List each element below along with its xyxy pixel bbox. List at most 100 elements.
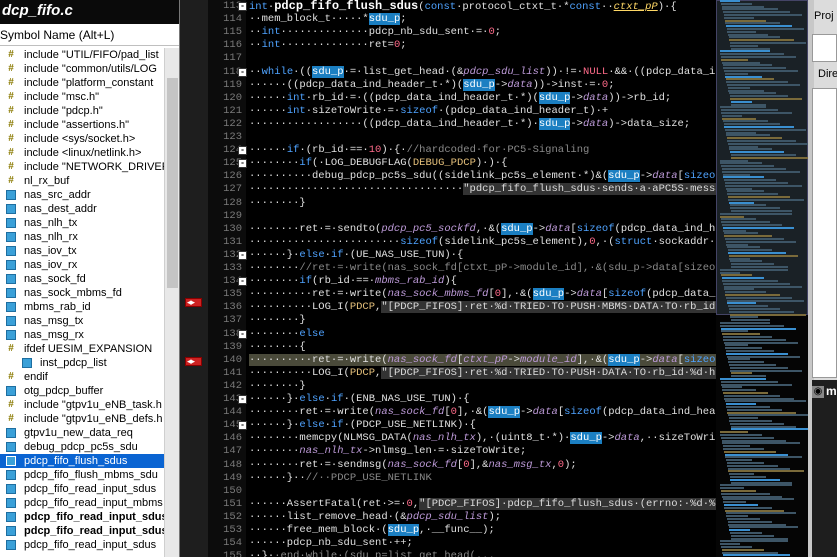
- code-line[interactable]: ······}·else·if·(PDCP_USE_NETLINK)·{: [249, 419, 716, 431]
- symbol-item[interactable]: # ifdef UESIM_EXPANSION: [0, 342, 164, 356]
- symbol-item[interactable]: # include "common/utils/LOG: [0, 62, 164, 76]
- symbol-item[interactable]: pdcp_fifo_read_input_sdus: [0, 538, 164, 552]
- fold-toggle-icon[interactable]: -: [238, 68, 247, 77]
- symbol-item[interactable]: pdcp_fifo_flush_sdus: [0, 454, 164, 468]
- code-line[interactable]: ········ret·=·sendto(pdcp_pc5_sockfd,·&(…: [249, 223, 716, 235]
- code-line[interactable]: ······((pdcp_data_ind_header_t·*)(sdu_p-…: [249, 79, 716, 91]
- line-number: 118: [223, 66, 242, 78]
- context-icon[interactable]: ◉: [812, 386, 824, 398]
- diff-marker[interactable]: ◂▸: [185, 297, 202, 307]
- symbol-item[interactable]: debug_pdcp_pc5s_sdu: [0, 440, 164, 454]
- symbol-item[interactable]: pdcp_fifo_read_input_sdus: [0, 524, 164, 538]
- fold-toggle-icon[interactable]: -: [238, 277, 247, 286]
- symbol-item[interactable]: # include "pdcp.h": [0, 104, 164, 118]
- code-line[interactable]: ··································"pdcp_…: [249, 183, 716, 195]
- symbol-item[interactable]: pdcp_fifo_flush_mbms_sdu: [0, 468, 164, 482]
- symbol-item[interactable]: # nl_rx_buf: [0, 174, 164, 188]
- fold-toggle-icon[interactable]: -: [238, 330, 247, 339]
- fold-toggle-icon[interactable]: -: [238, 251, 247, 260]
- symbol-item[interactable]: nas_nlh_rx: [0, 230, 164, 244]
- code-line[interactable]: ········if(rb_id·==·mbms_rab_id){: [249, 275, 716, 287]
- code-line[interactable]: ··········ret·=·write(nas_sock_fd[ctxt_p…: [249, 354, 716, 366]
- code-line[interactable]: ··}··end·while·(sdu_p=list_get_head(...: [249, 550, 716, 557]
- code-line[interactable]: ······if·(rb_id·==·10)·{·//hardcoded·for…: [249, 144, 716, 156]
- code-line[interactable]: int·pdcp_fifo_flush_sdus(const·protocol_…: [249, 0, 716, 12]
- code-line[interactable]: ··········LOG_I(PDCP,"[PDCP_FIFOS]·ret·%…: [249, 301, 716, 313]
- code-line[interactable]: ········if(·LOG_DEBUGFLAG(DEBUG_PDCP)·)·…: [249, 157, 716, 169]
- code-line[interactable]: ······}·else·if·(UE_NAS_USE_TUN)·{: [249, 249, 716, 261]
- code-line[interactable]: [249, 52, 716, 64]
- code-line[interactable]: ········ret·=·sendmsg(nas_sock_fd[0],&na…: [249, 459, 716, 471]
- symbol-item[interactable]: # include "msc.h": [0, 90, 164, 104]
- symbol-item[interactable]: pdcp_fifo_read_input_mbms: [0, 496, 164, 510]
- fold-toggle-icon[interactable]: -: [238, 146, 247, 155]
- code-line[interactable]: ··················((pdcp_data_ind_header…: [249, 118, 716, 130]
- fold-toggle-icon[interactable]: -: [238, 421, 247, 430]
- code-line[interactable]: ··int··············pdcp_nb_sdu_sent·=·0;: [249, 26, 716, 38]
- code-line[interactable]: ··mem_block_t·····*sdu_p;: [249, 13, 716, 25]
- code-line[interactable]: ········{: [249, 341, 716, 353]
- code-line[interactable]: ······int·sizeToWrite·=·sizeof·(pdcp_dat…: [249, 105, 716, 117]
- symbol-item[interactable]: # include <linux/netlink.h>: [0, 146, 164, 160]
- code-line[interactable]: ········memcpy(NLMSG_DATA(nas_nlh_tx),·(…: [249, 432, 716, 444]
- code-line[interactable]: [249, 485, 716, 497]
- project-tab[interactable]: Proj: [814, 10, 834, 22]
- fold-toggle-icon[interactable]: -: [238, 159, 247, 168]
- code-line[interactable]: ········}: [249, 314, 716, 326]
- code-overview-map[interactable]: [716, 0, 808, 557]
- project-file-list[interactable]: [812, 88, 837, 378]
- code-line[interactable]: ··········LOG_I(PDCP,"[PDCP_FIFOS]·ret·%…: [249, 367, 716, 379]
- code-line[interactable]: ······AssertFatal(ret·>=·0,"[PDCP_FIFOS]…: [249, 498, 716, 510]
- symbol-item[interactable]: nas_sock_mbms_fd: [0, 286, 164, 300]
- diff-marker[interactable]: ◂▸: [185, 356, 202, 366]
- symbol-item[interactable]: nas_iov_rx: [0, 258, 164, 272]
- code-line[interactable]: ········else: [249, 328, 716, 340]
- scrollbar-thumb[interactable]: [167, 78, 178, 288]
- code-line[interactable]: ········//ret·=·write(nas_sock_fd[ctxt_p…: [249, 262, 716, 274]
- symbol-list-scrollbar[interactable]: [164, 48, 179, 557]
- code-line[interactable]: ······int·rb_id·=·((pdcp_data_ind_header…: [249, 92, 716, 104]
- symbol-item[interactable]: inst_pdcp_list: [0, 356, 164, 370]
- symbol-item[interactable]: pdcp_fifo_read_input_sdus: [0, 482, 164, 496]
- code-line[interactable]: [249, 131, 716, 143]
- symbol-item[interactable]: # include <sys/socket.h>: [0, 132, 164, 146]
- symbol-item[interactable]: nas_sock_fd: [0, 272, 164, 286]
- symbol-item[interactable]: nas_dest_addr: [0, 202, 164, 216]
- symbol-search-header[interactable]: Symbol Name (Alt+L): [0, 24, 179, 46]
- symbol-item[interactable]: otg_pdcp_buffer: [0, 384, 164, 398]
- symbol-item[interactable]: gtpv1u_new_data_req: [0, 426, 164, 440]
- symbol-item[interactable]: nas_msg_rx: [0, 328, 164, 342]
- code-line[interactable]: ········}: [249, 197, 716, 209]
- project-search-box[interactable]: [812, 34, 837, 62]
- code-line[interactable]: ··int··············ret=0;: [249, 39, 716, 51]
- symbol-item[interactable]: # include "UTIL/FIFO/pad_list: [0, 48, 164, 62]
- code-line[interactable]: [249, 210, 716, 222]
- code-line[interactable]: ························sizeof(sidelink_…: [249, 236, 716, 248]
- symbol-item[interactable]: nas_nlh_tx: [0, 216, 164, 230]
- code-line[interactable]: ······list_remove_head·(&pdcp_sdu_list);: [249, 511, 716, 523]
- code-line[interactable]: ········}: [249, 380, 716, 392]
- code-line[interactable]: ······pdcp_nb_sdu_sent·++;: [249, 537, 716, 549]
- code-line[interactable]: ······}··//··PDCP_USE_NETLINK: [249, 472, 716, 484]
- code-line[interactable]: ······free_mem_block·(sdu_p,·__func__);: [249, 524, 716, 536]
- code-line[interactable]: ··········debug_pdcp_pc5s_sdu((sidelink_…: [249, 170, 716, 182]
- symbol-item[interactable]: # include "assertions.h": [0, 118, 164, 132]
- symbol-item[interactable]: # include "NETWORK_DRIVER: [0, 160, 164, 174]
- symbol-item[interactable]: mbms_rab_id: [0, 300, 164, 314]
- symbol-item[interactable]: # include "gtpv1u_eNB_task.h: [0, 398, 164, 412]
- symbol-item[interactable]: nas_msg_tx: [0, 314, 164, 328]
- symbol-item[interactable]: nas_iov_tx: [0, 244, 164, 258]
- code-line[interactable]: ········nas_nlh_tx->nlmsg_len·=·sizeToWr…: [249, 445, 716, 457]
- symbol-item[interactable]: # include "platform_constant: [0, 76, 164, 90]
- symbol-item[interactable]: nas_src_addr: [0, 188, 164, 202]
- symbol-item[interactable]: # include "gtpv1u_eNB_defs.h: [0, 412, 164, 426]
- code-line[interactable]: ··while·((sdu_p·=·list_get_head·(&pdcp_s…: [249, 66, 716, 78]
- code-editor[interactable]: 113 114 115 116 117 118 119 120 121 122 123 124 125 1…: [208, 0, 716, 557]
- fold-toggle-icon[interactable]: -: [238, 395, 247, 404]
- code-line[interactable]: ········ret·=·write(nas_sock_fd[0],·&(sd…: [249, 406, 716, 418]
- symbol-item[interactable]: pdcp_fifo_read_input_sdus: [0, 510, 164, 524]
- code-line[interactable]: ······}·else·if·(ENB_NAS_USE_TUN)·{: [249, 393, 716, 405]
- code-line[interactable]: ··········ret·=·write(nas_sock_mbms_fd[0…: [249, 288, 716, 300]
- symbol-item[interactable]: # endif: [0, 370, 164, 384]
- fold-toggle-icon[interactable]: -: [238, 2, 247, 11]
